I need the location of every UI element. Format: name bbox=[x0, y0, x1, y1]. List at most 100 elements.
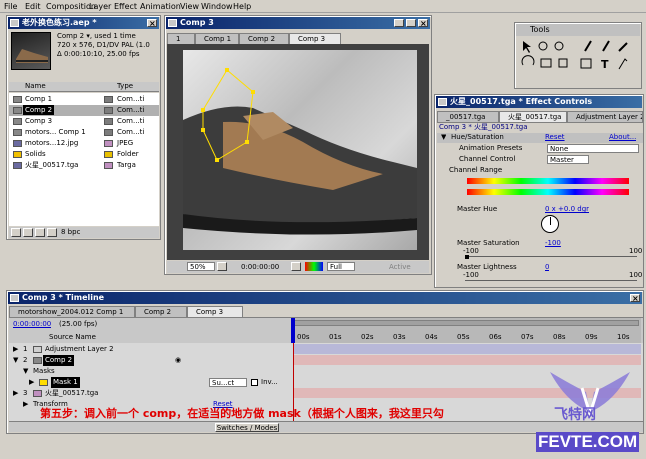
master-light-value[interactable]: 0 bbox=[545, 263, 549, 272]
menu-edit[interactable]: Edit bbox=[25, 2, 41, 11]
bpc-indicator[interactable]: 8 bpc bbox=[61, 228, 80, 237]
channel-icon[interactable] bbox=[305, 262, 323, 271]
layer-row[interactable]: ▶ 1 Adjustment Layer 2 bbox=[9, 344, 291, 355]
expand-arrow-icon[interactable]: ▶ bbox=[13, 388, 18, 399]
effect-reset-link[interactable]: Reset bbox=[545, 133, 565, 142]
menu-effect[interactable]: Effect bbox=[114, 2, 137, 11]
layer-row[interactable]: ▶ 3 火星_00517.tga bbox=[9, 388, 291, 399]
comp-canvas[interactable] bbox=[167, 44, 429, 260]
expand-arrow-icon[interactable]: ▶ bbox=[13, 344, 18, 355]
pen-tool-icon[interactable] bbox=[618, 58, 628, 70]
list-item[interactable]: motors...12.jpg JPEG bbox=[9, 138, 159, 149]
timeline-ruler[interactable]: 00s 01s 02s 03s 04s 05s 06s 07s 08s 09s … bbox=[291, 318, 641, 344]
comp-footer: 50% 0:00:00:00 Full Active bbox=[167, 261, 429, 273]
channel-range-bar-top[interactable] bbox=[467, 178, 629, 184]
ruler-tick: 03s bbox=[393, 333, 406, 341]
tab-timeline-comp-3[interactable]: Comp 3 bbox=[187, 306, 243, 317]
hue-dial[interactable] bbox=[541, 215, 559, 233]
tab-effect-layer-2[interactable]: 火星_00517.tga bbox=[499, 111, 567, 122]
timeline-current-time[interactable]: 0:00:00:00 bbox=[13, 320, 51, 329]
current-time-indicator[interactable] bbox=[291, 318, 295, 344]
menu-layer[interactable]: Layer bbox=[89, 2, 111, 11]
minimize-icon[interactable] bbox=[394, 19, 404, 27]
trash-icon[interactable] bbox=[11, 228, 21, 237]
expand-arrow-icon[interactable]: ▶ bbox=[23, 399, 28, 410]
brush-tool-icon[interactable] bbox=[584, 40, 592, 52]
menu-window[interactable]: Window bbox=[201, 2, 233, 11]
resolution-select[interactable]: Full bbox=[327, 262, 355, 271]
ruler-tick: 08s bbox=[553, 333, 566, 341]
channel-range-bar-bottom[interactable] bbox=[467, 189, 629, 195]
list-item[interactable]: motors... Comp 1 Com...ti bbox=[9, 127, 159, 138]
col-type[interactable]: Type bbox=[117, 82, 133, 91]
tab-motorshow-comp-1[interactable]: motorshow_2004.012 Comp 1 bbox=[9, 306, 135, 317]
tab-timeline-comp-2[interactable]: Comp 2 bbox=[135, 306, 187, 317]
list-item[interactable]: Solids Folder bbox=[9, 149, 159, 160]
list-item[interactable]: Comp 3 Com...ti bbox=[9, 116, 159, 127]
tab-effect-layer-1[interactable]: _00517.tga bbox=[437, 111, 499, 122]
col-source-name[interactable]: Source Name bbox=[49, 333, 96, 342]
close-icon[interactable] bbox=[147, 18, 157, 29]
pan-behind-tool-icon[interactable] bbox=[558, 58, 568, 68]
light-slider-track[interactable] bbox=[465, 280, 637, 281]
ruler-tick: 04s bbox=[425, 333, 438, 341]
tab-comp-1-short[interactable]: 1 bbox=[167, 33, 195, 44]
tab-adjustment-layer[interactable]: Adjustment Layer 2 bbox=[567, 111, 643, 122]
zoom-select[interactable]: 50% bbox=[187, 262, 215, 271]
expand-arrow-icon[interactable]: ▶ bbox=[29, 377, 34, 388]
comp-time[interactable]: 0:00:00:00 bbox=[241, 263, 279, 272]
tab-comp-2[interactable]: Comp 2 bbox=[239, 33, 289, 44]
sat-slider-thumb[interactable] bbox=[465, 255, 469, 259]
list-item[interactable]: 火星_00517.tga Targa bbox=[9, 160, 159, 171]
selection-tool-icon[interactable] bbox=[523, 41, 531, 53]
master-sat-value[interactable]: -100 bbox=[545, 239, 561, 248]
tab-comp-1[interactable]: Comp 1 bbox=[195, 33, 239, 44]
close-icon[interactable] bbox=[418, 18, 428, 29]
camera-tool-icon[interactable] bbox=[540, 58, 552, 68]
list-item[interactable]: Comp 1 Com...ti bbox=[9, 94, 159, 105]
menu-help[interactable]: Help bbox=[233, 2, 251, 11]
anim-presets-select[interactable]: None bbox=[547, 144, 639, 153]
menu-view[interactable]: View bbox=[180, 2, 199, 11]
mask-row[interactable]: ▶ Mask 1 Su...ct Inv... bbox=[9, 377, 291, 388]
rotate-tool-icon[interactable] bbox=[521, 55, 535, 66]
collapse-arrow-icon[interactable]: ▼ bbox=[13, 355, 18, 366]
active-camera[interactable]: Active bbox=[389, 263, 411, 272]
flowchart-icon[interactable] bbox=[47, 228, 57, 237]
project-thumbnail bbox=[11, 32, 51, 70]
col-name[interactable]: Name bbox=[25, 82, 46, 91]
close-icon[interactable] bbox=[630, 293, 640, 304]
menu-file[interactable]: File bbox=[4, 2, 17, 11]
list-item[interactable]: Comp 2 Com...ti bbox=[9, 105, 159, 116]
maximize-icon[interactable] bbox=[406, 19, 416, 27]
collapse-arrow-icon[interactable]: ▼ bbox=[23, 366, 28, 377]
mask-invert-checkbox[interactable] bbox=[251, 379, 258, 386]
eraser-tool-icon[interactable] bbox=[618, 42, 628, 52]
switches-modes-toggle[interactable]: Switches / Modes bbox=[215, 423, 279, 432]
sat-slider-track[interactable] bbox=[465, 256, 637, 257]
text-tool-icon[interactable]: T bbox=[601, 58, 609, 71]
shoe-thumbnail-icon bbox=[16, 49, 48, 63]
effect-about-link[interactable]: About... bbox=[609, 133, 636, 142]
snapshot-icon[interactable] bbox=[291, 262, 301, 271]
new-folder-icon[interactable] bbox=[23, 228, 33, 237]
menu-animation[interactable]: Animation bbox=[140, 2, 181, 11]
zoom-tool-icon[interactable] bbox=[554, 41, 564, 51]
effect-toggle-icon[interactable]: ▼ bbox=[441, 133, 446, 142]
hand-tool-icon[interactable] bbox=[538, 41, 548, 51]
safe-margins-icon[interactable] bbox=[217, 262, 227, 271]
layer-row[interactable]: ▼ 2 Comp 2 ◉ bbox=[9, 355, 291, 366]
project-titlebar: 老外换色练习.aep * bbox=[8, 17, 159, 29]
rectangle-tool-icon[interactable] bbox=[580, 58, 592, 69]
tab-comp-3[interactable]: Comp 3 bbox=[289, 33, 341, 44]
eye-icon[interactable]: ◉ bbox=[175, 355, 181, 366]
work-area-bar[interactable] bbox=[291, 320, 639, 326]
mask-mode-select[interactable]: Su...ct bbox=[209, 378, 247, 387]
clone-tool-icon[interactable] bbox=[602, 40, 610, 52]
master-hue-value[interactable]: 0 x +0.0 dgr bbox=[545, 205, 589, 214]
tool-grid: T bbox=[519, 39, 639, 85]
layer-bar[interactable] bbox=[293, 344, 641, 354]
channel-control-select[interactable]: Master bbox=[547, 155, 589, 164]
masks-group[interactable]: ▼ Masks bbox=[9, 366, 291, 377]
new-comp-icon[interactable] bbox=[35, 228, 45, 237]
